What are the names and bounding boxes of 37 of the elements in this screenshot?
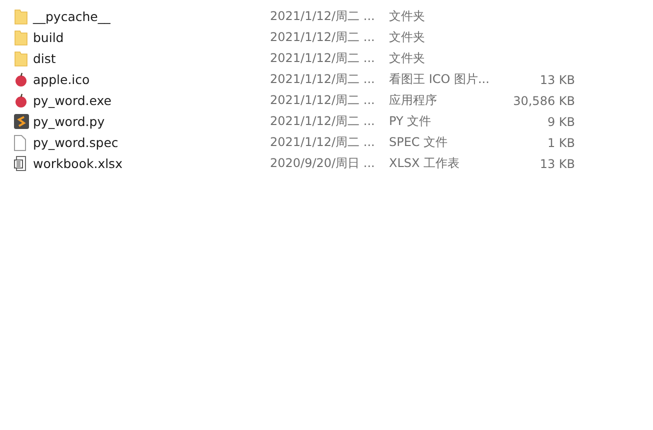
file-name[interactable]: apple.ico — [30, 72, 270, 87]
modified-date: 2021/1/12/周二 ... — [270, 50, 376, 67]
modified-date: 2021/1/12/周二 ... — [270, 134, 376, 151]
apple-icon — [14, 72, 28, 87]
file-type: XLSX 工作表 — [389, 155, 461, 172]
file-size: 13 KB — [538, 72, 575, 86]
document-icon — [14, 134, 26, 150]
spreadsheet-icon — [14, 156, 28, 171]
file-type: 文件夹 — [389, 29, 426, 46]
file-type: 应用程序 — [389, 92, 438, 109]
file-type: SPEC 文件 — [389, 134, 449, 151]
modified-date: 2021/1/12/周二 ... — [270, 29, 376, 46]
apple-icon — [14, 93, 28, 108]
file-name[interactable]: py_word.exe — [30, 93, 270, 108]
file-name[interactable]: __pycache__ — [30, 9, 270, 24]
file-name[interactable]: py_word.py — [30, 114, 270, 129]
folder-icon — [14, 30, 28, 46]
file-type: 看图王 ICO 图片... — [389, 71, 489, 88]
modified-date: 2020/9/20/周日 ... — [270, 155, 376, 172]
file-type: 文件夹 — [389, 8, 426, 25]
file-size: 1 KB — [546, 136, 575, 150]
file-type: PY 文件 — [389, 113, 432, 130]
file-name[interactable]: build — [30, 30, 270, 45]
script-icon — [14, 114, 29, 129]
file-type: 文件夹 — [389, 50, 426, 67]
modified-date: 2021/1/12/周二 ... — [270, 8, 376, 25]
modified-date: 2021/1/12/周二 ... — [270, 92, 376, 109]
folder-icon — [14, 8, 28, 24]
file-name[interactable]: workbook.xlsx — [30, 156, 270, 171]
file-size: 9 KB — [546, 114, 575, 128]
file-name[interactable]: dist — [30, 51, 270, 66]
modified-date: 2021/1/12/周二 ... — [270, 71, 376, 88]
file-name[interactable]: py_word.spec — [30, 135, 270, 150]
folder-icon — [14, 50, 28, 66]
file-size: 13 KB — [538, 156, 575, 170]
modified-date: 2021/1/12/周二 ... — [270, 113, 376, 130]
file-size: 30,586 KB — [512, 94, 575, 108]
